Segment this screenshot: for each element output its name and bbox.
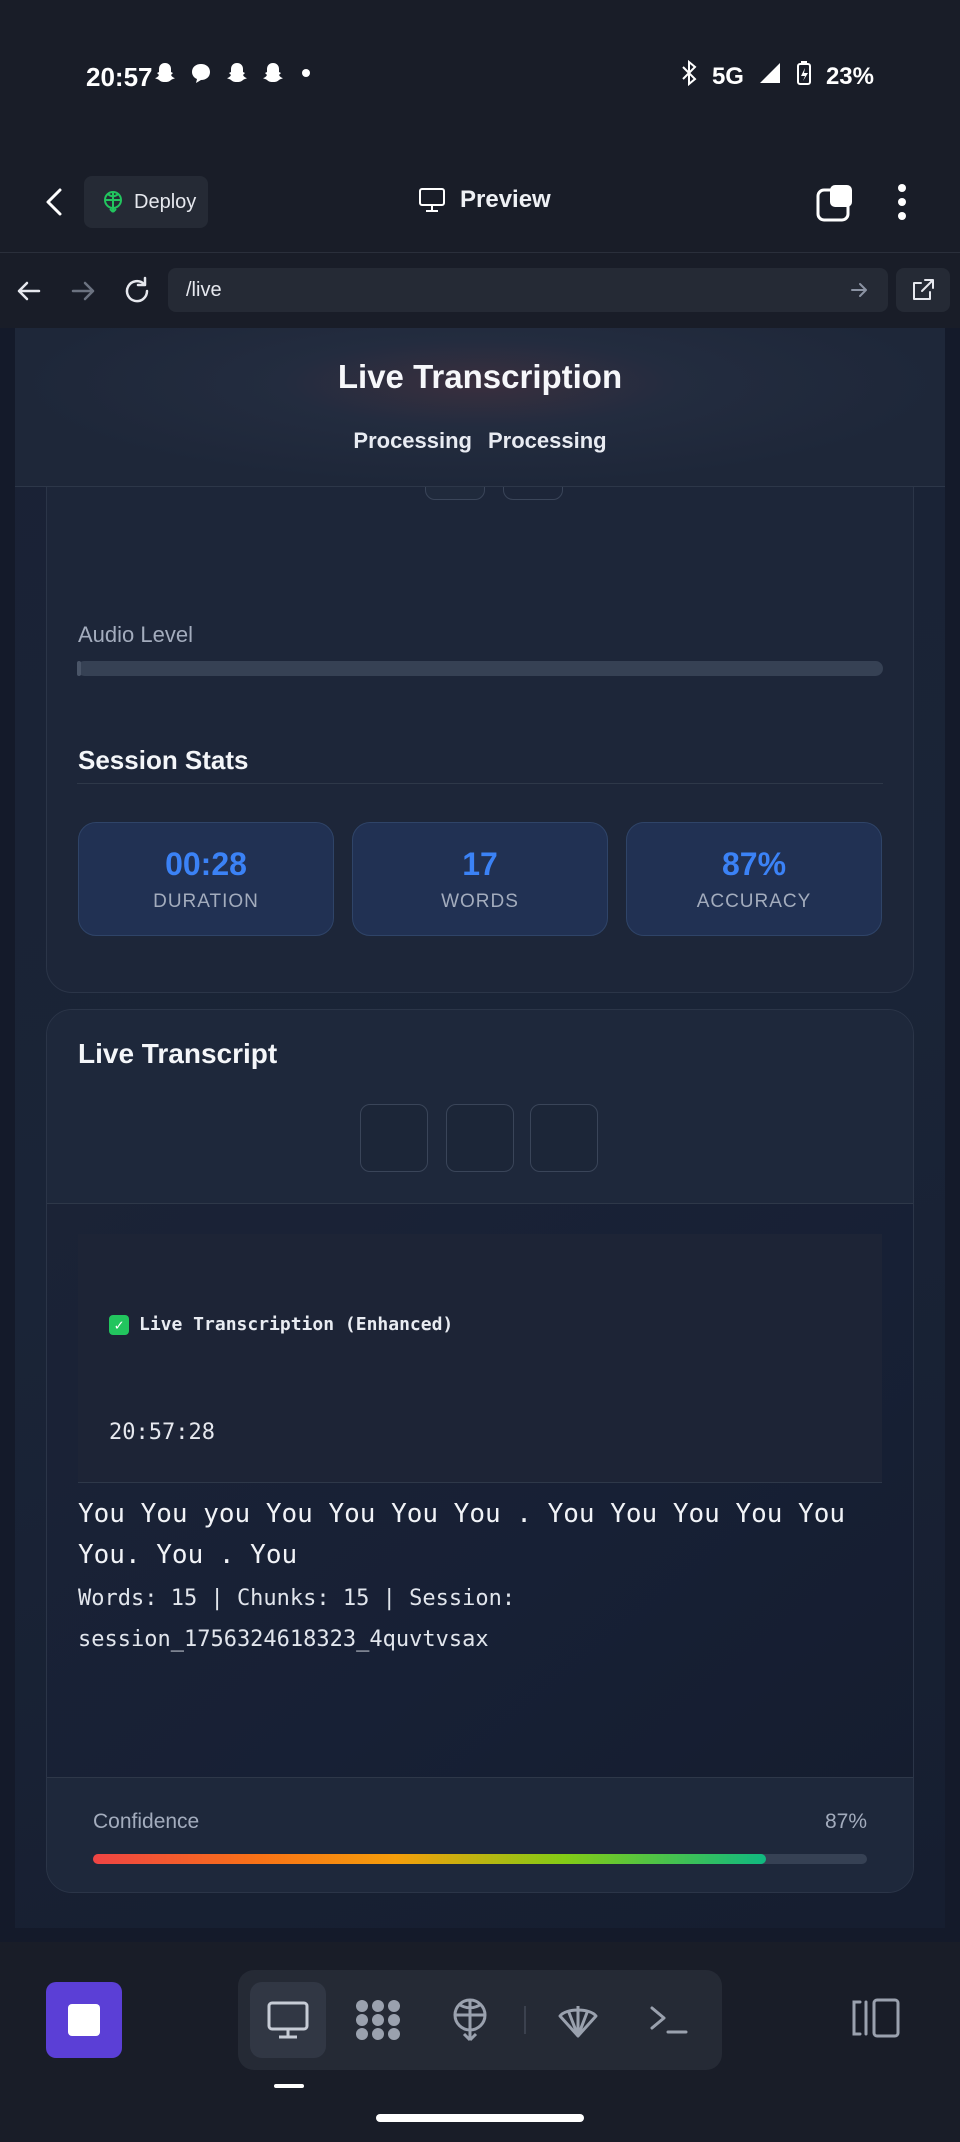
audio-level-label: Audio Level <box>78 622 193 647</box>
live-page: Audio Level Session Stats 00:28 DURATION… <box>15 328 945 1928</box>
signal-icon <box>758 61 782 92</box>
chevron-left-icon <box>46 188 62 216</box>
workflow-view-button[interactable] <box>340 1982 416 2058</box>
transcript-status: ✓ Live Transcription (Enhanced) <box>109 1314 453 1335</box>
console-view-button[interactable] <box>630 1982 706 2058</box>
audio-level-fill <box>77 661 82 676</box>
browser-forward-button[interactable] <box>66 274 100 308</box>
stat-label: DURATION <box>153 890 259 912</box>
page-title: Live Transcription <box>337 358 623 395</box>
confidence-fill <box>93 1854 767 1864</box>
snapchat-icon <box>152 60 178 86</box>
arrow-right-icon <box>71 281 95 301</box>
deploy-button[interactable]: Deploy <box>84 176 208 228</box>
transcript-title: Live Transcript <box>78 1038 278 1069</box>
more-vertical-icon <box>898 184 906 220</box>
transcript-card-header: Live Transcript <box>47 1010 913 1204</box>
confidence-section: Confidence 87% <box>47 1777 913 1892</box>
page-header: Live Transcription Processing Processing <box>15 328 945 487</box>
status-badge: Processing <box>353 428 472 453</box>
active-view-indicator <box>274 2084 304 2088</box>
preview-view-button[interactable] <box>250 1982 326 2058</box>
status-badges: Processing Processing <box>15 428 945 454</box>
confidence-label: Confidence <box>93 1810 200 1833</box>
battery-icon <box>796 60 812 93</box>
stat-value: 17 <box>462 845 498 882</box>
toolbar-divider <box>524 2006 526 2034</box>
snapchat-icon <box>224 60 250 86</box>
stat-value: 87% <box>721 845 787 882</box>
copy-transcript-button[interactable] <box>360 1104 428 1172</box>
open-external-button[interactable] <box>896 268 950 312</box>
stop-icon <box>68 2004 100 2036</box>
reload-button[interactable] <box>120 274 154 308</box>
browser-back-button[interactable] <box>12 274 46 308</box>
threads-icon <box>188 60 214 86</box>
tabs-button[interactable] <box>816 184 856 222</box>
more-menu-button[interactable] <box>892 182 912 222</box>
tabs-icon <box>816 185 852 222</box>
terminal-icon <box>650 2006 688 2034</box>
monitor-icon <box>419 188 445 212</box>
transcript-card: Live Transcript ✓ Live Transcription (En… <box>46 1009 914 1893</box>
check-icon: ✓ <box>109 1314 129 1335</box>
stat-accuracy: 87% ACCURACY <box>626 822 882 936</box>
deploy-label: Deploy <box>134 190 197 213</box>
snapchat-icon <box>260 60 286 86</box>
transcript-timestamp: 20:57:28 <box>109 1420 215 1445</box>
view-switcher <box>238 1970 722 2070</box>
battery-percent: 23% <box>825 62 874 90</box>
transcript-area: ✓ Live Transcription (Enhanced) 20:57:28… <box>47 1204 913 1777</box>
sidebar-icon <box>852 1998 900 2038</box>
monitor-icon <box>267 2001 309 2039</box>
deploy-icon <box>453 1998 487 2042</box>
status-bar: 20:57 5G 23% <box>0 0 960 150</box>
shell-view-button[interactable] <box>540 1982 616 2058</box>
page-viewport: Audio Level Session Stats 00:28 DURATION… <box>0 328 960 1942</box>
confidence-meter <box>93 1854 867 1864</box>
notification-icons <box>152 60 310 86</box>
bluetooth-icon <box>680 59 698 93</box>
deploy-icon <box>104 191 122 213</box>
confidence-value: 87% <box>824 1810 867 1833</box>
clear-transcript-button[interactable] <box>530 1104 598 1172</box>
status-right: 5G 23% <box>680 59 874 93</box>
toggle-sidebar-button[interactable] <box>850 1996 902 2040</box>
external-link-icon <box>913 279 934 300</box>
stat-label: ACCURACY <box>696 890 812 912</box>
preview-label: Preview <box>460 186 551 213</box>
stats-divider <box>77 783 883 784</box>
deploy-view-button[interactable] <box>432 1982 508 2058</box>
back-button[interactable] <box>40 182 72 222</box>
transcript-meta: Words: 15 | Chunks: 15 | Session: sessio… <box>78 1586 516 1652</box>
controls-card: Audio Level Session Stats 00:28 DURATION… <box>46 428 914 993</box>
nodes-icon <box>356 2000 400 2040</box>
status-badge: Processing <box>488 428 607 453</box>
audio-level-meter <box>77 661 883 676</box>
url-text: /live <box>186 278 222 301</box>
stat-words: 17 WORDS <box>352 822 608 936</box>
download-transcript-button[interactable] <box>446 1104 514 1172</box>
go-arrow-icon[interactable] <box>848 279 870 301</box>
stat-duration: 00:28 DURATION <box>78 822 334 936</box>
more-notifications-dot-icon <box>302 69 310 77</box>
transcript-text: You You you You You You You . You You Yo… <box>78 1499 846 1570</box>
network-type: 5G <box>711 62 744 90</box>
status-time: 20:57 <box>86 62 153 92</box>
reload-icon <box>125 276 149 303</box>
shell-icon <box>558 2006 598 2038</box>
stop-button[interactable] <box>46 1982 122 2058</box>
preview-title[interactable]: Preview <box>418 186 551 214</box>
arrow-left-icon <box>17 281 41 301</box>
home-indicator[interactable] <box>376 2114 584 2122</box>
stat-label: WORDS <box>441 890 519 912</box>
transcript-entry-header: ✓ Live Transcription (Enhanced) 20:57:28 <box>78 1234 882 1483</box>
url-bar[interactable]: /live <box>168 268 888 312</box>
session-stats-title: Session Stats <box>78 745 249 775</box>
stat-value: 00:28 <box>165 845 247 882</box>
transcript-status-text: Live Transcription (Enhanced) <box>139 1314 454 1335</box>
